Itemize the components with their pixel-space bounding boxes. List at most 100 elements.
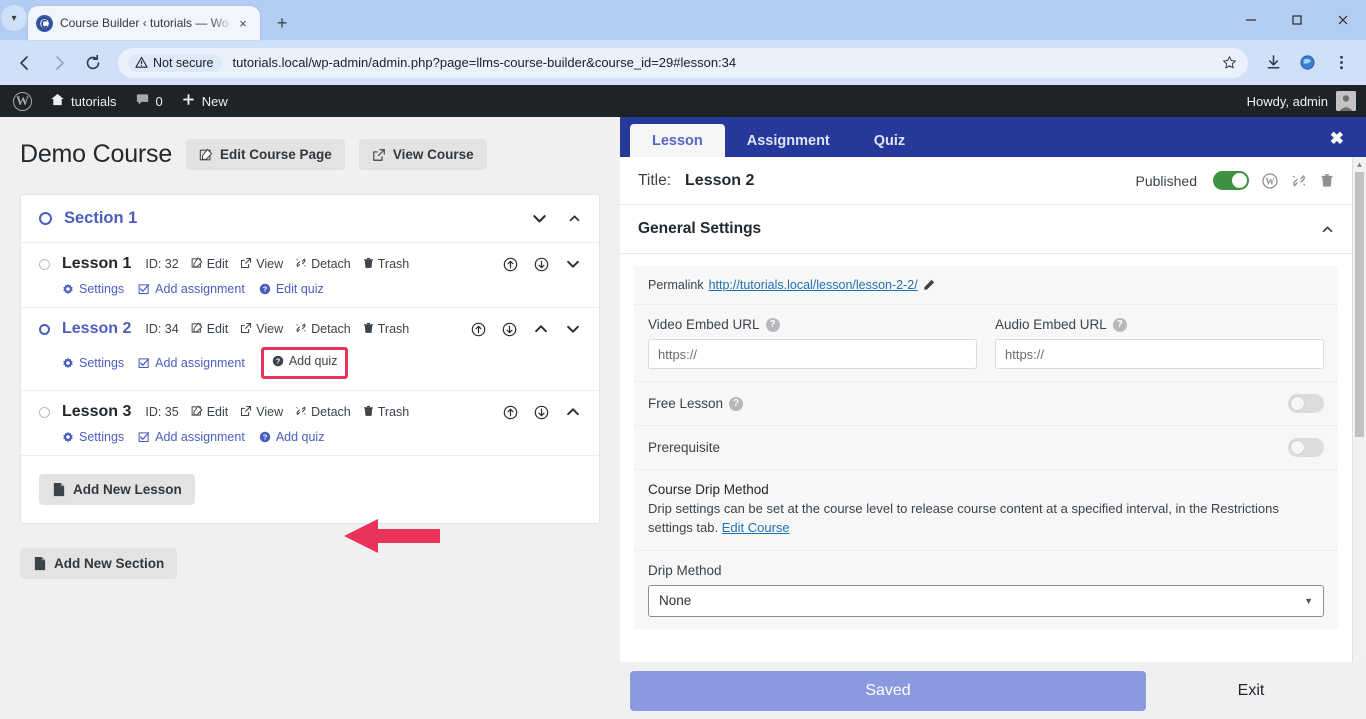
close-icon[interactable]: × [234, 16, 252, 31]
video-embed-input[interactable]: https:// [648, 339, 977, 369]
lesson-row[interactable]: Lesson 2 ID: 34 Edit View Detach Trash S… [21, 308, 599, 391]
edit-course-link[interactable]: Edit Course [722, 520, 790, 535]
wp-logo-menu[interactable]: W [4, 85, 41, 117]
move-up-circle-icon[interactable] [503, 257, 518, 272]
detach-icon[interactable] [1291, 173, 1307, 189]
lesson-detach-link[interactable]: Detach [295, 257, 351, 272]
move-down-circle-icon[interactable] [534, 257, 549, 272]
lesson-quiz-link[interactable]: ? Edit quiz [259, 282, 324, 296]
chevron-up-icon[interactable] [1321, 223, 1334, 236]
edit-course-page-button[interactable]: Edit Course Page [186, 139, 345, 170]
section-title[interactable]: Section 1 [64, 209, 137, 228]
help-icon[interactable]: ? [729, 396, 744, 411]
lesson-title[interactable]: Lesson 2 [62, 320, 131, 338]
minimize-icon[interactable] [1228, 0, 1274, 40]
section-drag-handle-icon[interactable] [39, 212, 52, 225]
download-icon[interactable] [1258, 48, 1288, 78]
browser-tab[interactable]: Ⓒ Course Builder ‹ tutorials — Wo × [28, 6, 260, 40]
lesson-drag-handle-icon[interactable] [39, 258, 50, 270]
lesson-title[interactable]: Lesson 1 [62, 255, 131, 273]
lesson-detach-link[interactable]: Detach [295, 405, 351, 420]
panel-vertical-scrollbar[interactable]: ▲ ▼ [1352, 157, 1366, 705]
forward-icon[interactable] [44, 48, 74, 78]
lesson-edit-link[interactable]: Edit [191, 405, 228, 420]
chevron-down-icon[interactable] [531, 210, 548, 227]
lesson-view-link[interactable]: View [240, 257, 283, 272]
lesson-detach-link[interactable]: Detach [295, 322, 351, 337]
move-down-circle-icon[interactable] [502, 322, 517, 337]
lesson-trash-link[interactable]: Trash [363, 257, 409, 272]
move-up-circle-icon[interactable] [503, 405, 518, 420]
published-toggle[interactable] [1213, 171, 1249, 190]
lesson-view-link[interactable]: View [240, 405, 283, 420]
panel-close-icon[interactable]: ✖ [1330, 129, 1344, 149]
tab-assignment[interactable]: Assignment [725, 124, 852, 157]
lesson-add-assignment-link[interactable]: Add assignment [138, 430, 245, 444]
chevron-down-icon[interactable] [565, 321, 581, 337]
tab-list-chevron-icon[interactable]: ▾ [1, 5, 27, 31]
new-tab-button[interactable]: + [268, 9, 296, 37]
site-name-menu[interactable]: tutorials [41, 85, 126, 117]
audio-embed-input[interactable]: https:// [995, 339, 1324, 369]
back-icon[interactable] [10, 48, 40, 78]
free-lesson-label-wrap: Free Lesson ? [648, 396, 744, 411]
wordpress-icon[interactable]: W [1262, 172, 1278, 189]
lesson-settings-link[interactable]: Settings [62, 430, 124, 444]
move-up-circle-icon[interactable] [471, 322, 486, 337]
lesson-drag-handle-icon[interactable] [39, 323, 50, 335]
lesson-trash-link[interactable]: Trash [363, 405, 409, 420]
chevron-up-icon[interactable] [568, 212, 581, 225]
tab-lesson[interactable]: Lesson [630, 124, 725, 157]
title-field-value[interactable]: Lesson 2 [685, 172, 754, 190]
lesson-add-assignment-link[interactable]: Add assignment [138, 356, 245, 370]
lesson-row[interactable]: Lesson 3 ID: 35 Edit View Detach Trash S… [21, 391, 599, 456]
vertical-scroll-thumb[interactable] [1355, 172, 1364, 437]
permalink-url[interactable]: http://tutorials.local/lesson/lesson-2-2… [709, 278, 918, 292]
address-bar[interactable]: Not secure tutorials.local/wp-admin/admi… [118, 47, 1248, 78]
lesson-add-assignment-link[interactable]: Add assignment [138, 282, 245, 296]
help-icon[interactable]: ? [765, 317, 780, 332]
maximize-icon[interactable] [1274, 0, 1320, 40]
edit-pencil-icon[interactable] [923, 279, 935, 291]
prerequisite-toggle[interactable] [1288, 438, 1324, 457]
lesson-title[interactable]: Lesson 3 [62, 403, 131, 421]
new-content-menu[interactable]: New [172, 85, 237, 117]
title-row-actions: Published W [1136, 171, 1335, 190]
general-settings-header[interactable]: General Settings [620, 205, 1352, 254]
lesson-edit-link[interactable]: Edit [191, 257, 228, 272]
tab-quiz[interactable]: Quiz [852, 124, 927, 157]
chevron-down-icon[interactable] [565, 256, 581, 272]
extension-icon[interactable] [1292, 48, 1322, 78]
lesson-settings-link[interactable]: Settings [62, 282, 124, 296]
menu-icon[interactable] [1326, 48, 1356, 78]
lesson-quiz-link[interactable]: ? Add quiz [259, 430, 324, 444]
add-new-lesson-button[interactable]: Add New Lesson [39, 474, 195, 505]
drip-method-select[interactable]: None ▼ [648, 584, 1324, 617]
lesson-settings-link[interactable]: Settings [62, 356, 124, 370]
lesson-view-link[interactable]: View [240, 322, 283, 337]
chevron-up-icon[interactable] [533, 321, 549, 337]
reload-icon[interactable] [78, 48, 108, 78]
lesson-edit-link[interactable]: Edit [191, 322, 228, 337]
my-account-menu[interactable]: Howdy, admin [1247, 91, 1366, 111]
trash-icon[interactable] [1320, 173, 1334, 188]
lesson-trash-link[interactable]: Trash [363, 322, 409, 337]
free-lesson-toggle[interactable] [1288, 394, 1324, 413]
section-header[interactable]: Section 1 [21, 195, 599, 243]
bookmark-star-icon[interactable] [1216, 50, 1242, 76]
lesson-drag-handle-icon[interactable] [39, 406, 50, 418]
help-icon[interactable]: ? [1112, 317, 1127, 332]
comments-menu[interactable]: 0 [126, 85, 172, 117]
window-close-icon[interactable] [1320, 0, 1366, 40]
not-secure-badge[interactable]: Not secure [128, 53, 223, 72]
lesson-row[interactable]: Lesson 1 ID: 32 Edit View Detach Trash S… [21, 243, 599, 308]
save-button[interactable]: Saved [630, 670, 1146, 711]
view-course-button[interactable]: View Course [358, 139, 487, 170]
exit-button[interactable]: Exit [1146, 671, 1356, 711]
move-down-circle-icon[interactable] [534, 405, 549, 420]
lesson-quiz-link[interactable]: ? Add quiz [272, 354, 337, 368]
chevron-up-icon[interactable] [565, 404, 581, 420]
add-new-section-button[interactable]: Add New Section [20, 548, 178, 579]
scroll-up-arrow-icon[interactable]: ▲ [1353, 157, 1366, 171]
course-header: Demo Course Edit Course Page View Course [20, 139, 600, 170]
